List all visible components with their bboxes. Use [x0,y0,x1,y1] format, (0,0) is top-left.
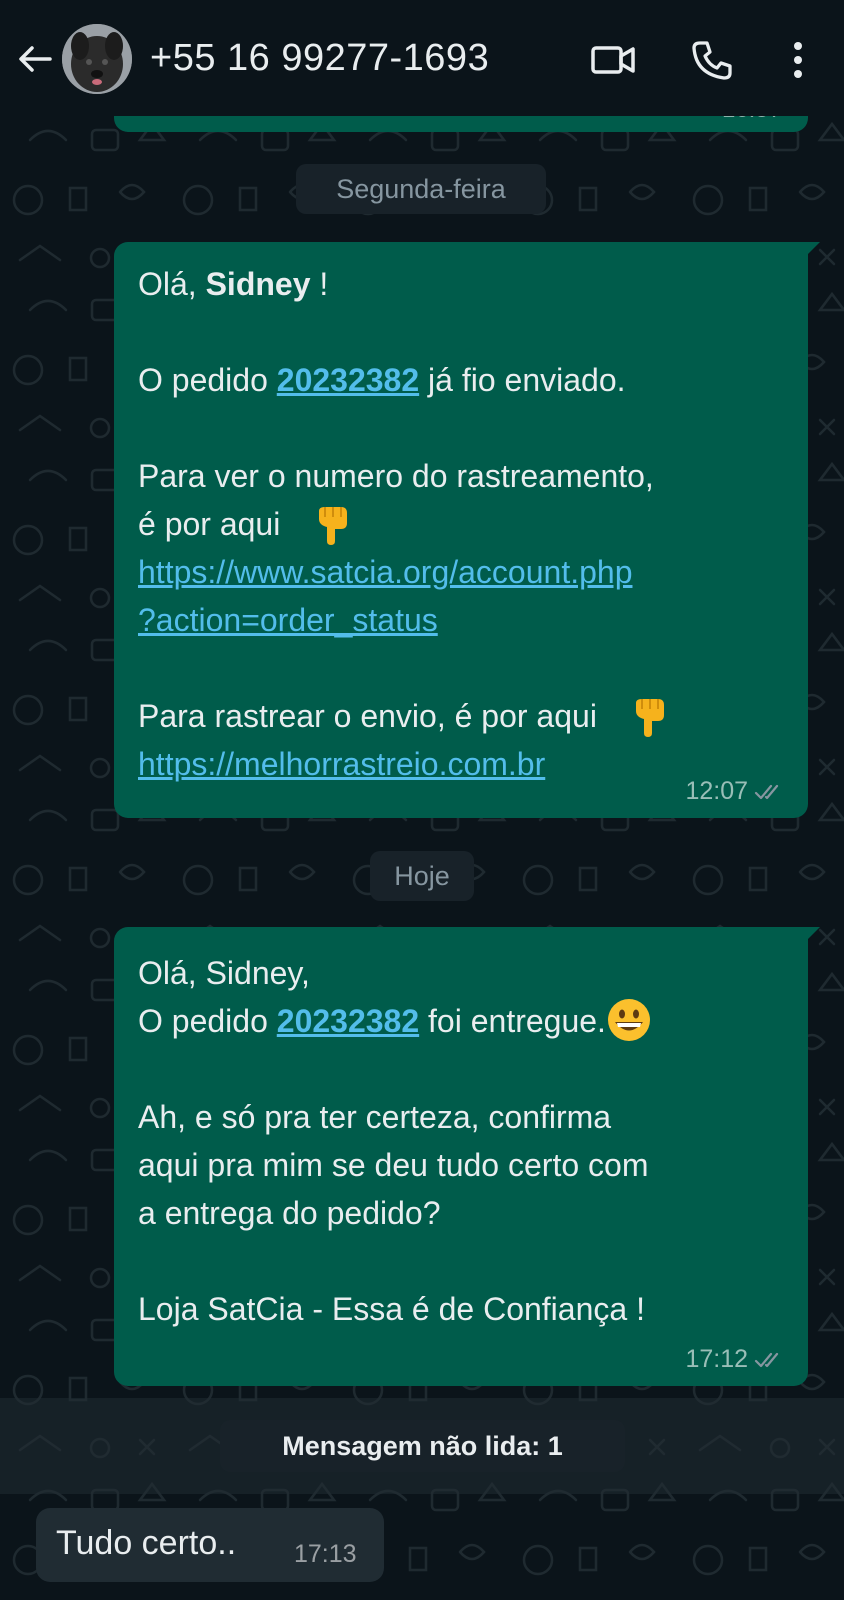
outgoing-message-bubble[interactable]: Olá, Sidney ! O pedido 20232382 já fio e… [114,242,820,818]
signature-line: Loja SatCia - Essa é de Confiança ! [138,1291,645,1327]
video-call-icon[interactable] [590,40,636,80]
message-meta: 12:07 [685,777,784,806]
incoming-message-bubble[interactable]: Tudo certo.. 17:13 [36,1508,384,1582]
tracking-site-link[interactable]: https://melhorrastreio.com.br [138,746,545,782]
order-suffix: já fio enviado. [419,362,626,398]
outgoing-message-bubble[interactable]: Olá, Sidney, O pedido 20232382 foi entre… [114,927,820,1386]
more-options-icon[interactable] [784,38,812,82]
order-prefix: O pedido [138,1003,277,1039]
greeting-prefix: Olá, [138,266,206,302]
phone-call-icon[interactable] [690,38,734,82]
pointing-down-emoji-icon [319,506,348,545]
tracking-line-1: Para ver o numero do rastreamento, [138,458,654,494]
account-url-link-continued[interactable]: ?action=order_status [138,602,438,638]
message-time: 12:07 [685,777,748,805]
message-meta: 17:12 [685,1345,784,1374]
confirm-line-1: Ah, e só pra ter certeza, confirma [138,1099,612,1135]
unread-messages-label: Mensagem não lida: 1 [220,1420,625,1472]
day-separator: Segunda-feira [296,164,546,214]
order-number-link[interactable]: 20232382 [277,1003,419,1039]
incoming-message-time: 17:13 [294,1540,357,1568]
greeting-suffix: ! [310,266,329,302]
unread-messages-bar: Mensagem não lida: 1 [0,1398,844,1494]
tracking-line-2: é por aqui [138,506,281,542]
contact-name[interactable]: +55 16 99277-1693 [150,37,489,80]
avatar[interactable] [62,24,132,94]
confirm-line-2: aqui pra mim se deu tudo certo com [138,1147,649,1183]
grinning-face-emoji-icon [607,998,650,1041]
order-number-link[interactable]: 20232382 [277,362,419,398]
incoming-message-text: Tudo certo.. [56,1524,237,1562]
message-text: Olá, Sidney, O pedido 20232382 foi entre… [138,949,788,1333]
confirm-line-3: a entrega do pedido? [138,1195,441,1231]
message-text: Olá, Sidney ! O pedido 20232382 já fio e… [138,260,788,788]
day-separator: Hoje [370,851,474,901]
pointing-down-emoji-icon [635,698,664,737]
order-suffix: foi entregue. [419,1003,606,1039]
chat-header: +55 16 99277-1693 [0,0,844,116]
account-url-link[interactable]: https://www.satcia.org/account.php [138,554,632,590]
back-arrow-icon[interactable] [14,38,56,80]
message-time: 17:12 [685,1345,748,1373]
greeting-line: Olá, Sidney, [138,955,310,991]
ship-text: Para rastrear o envio, é por aqui [138,698,597,734]
read-ticks-icon [754,1352,779,1367]
read-ticks-icon [754,784,779,799]
greeting-name: Sidney [205,266,311,302]
order-prefix: O pedido [138,362,277,398]
